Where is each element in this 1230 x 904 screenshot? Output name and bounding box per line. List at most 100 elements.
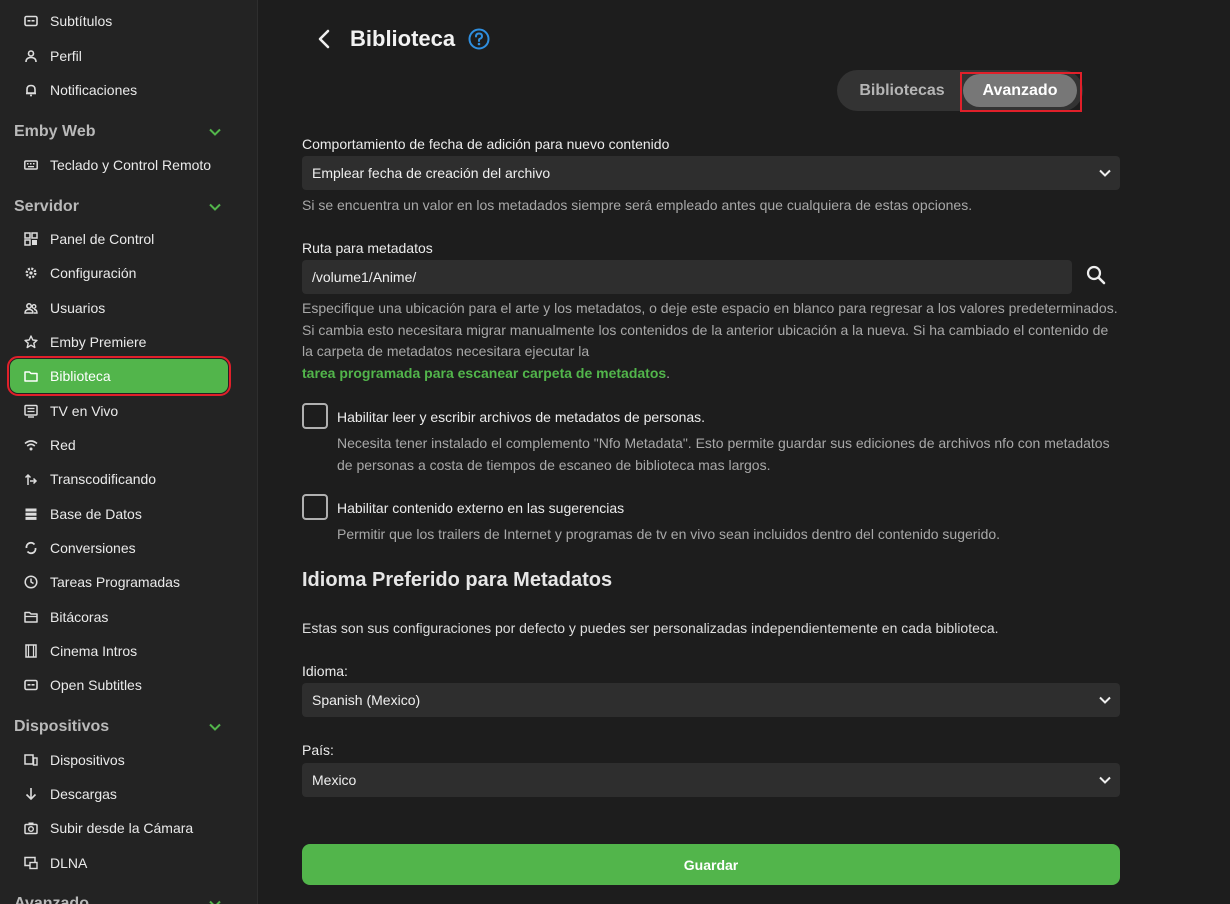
sidebar-item-label: Perfil <box>50 48 82 64</box>
sync-icon <box>24 541 38 555</box>
people-nfo-help: Necesita tener instalado el complemento … <box>337 435 1110 473</box>
people-nfo-label: Habilitar leer y escribir archivos de me… <box>337 409 706 425</box>
language-label: Idioma: <box>302 663 348 679</box>
sidebar-item-database[interactable]: Base de Datos <box>10 497 228 531</box>
sidebar-item-label: Red <box>50 437 76 453</box>
database-icon <box>24 507 38 521</box>
metadata-language-desc: Estas son sus configuraciones por defect… <box>302 620 999 636</box>
language-value: Spanish (Mexico) <box>312 692 421 708</box>
scan-metadata-task-link[interactable]: tarea programada para escanear carpeta d… <box>302 365 666 381</box>
metadata-path-help: Especifique una ubicación para el arte y… <box>302 298 1120 384</box>
sidebar-item-network[interactable]: Red <box>10 428 228 462</box>
sidebar-item-logs[interactable]: Bitácoras <box>10 600 228 634</box>
section-title: Servidor <box>14 198 79 215</box>
sidebar-item-dashboard[interactable]: Panel de Control <box>10 222 228 256</box>
main-content: Biblioteca Bibliotecas Avanzado Comporta… <box>259 0 1230 904</box>
sidebar-item-subtitles[interactable]: Subtítulos <box>10 4 228 38</box>
sidebar-item-label: Transcodificando <box>50 471 157 487</box>
chevron-down-icon <box>209 900 221 904</box>
sidebar-item-label: Descargas <box>50 786 117 802</box>
person-icon <box>24 49 38 63</box>
sidebar-item-label: Cinema Intros <box>50 643 138 659</box>
section-title: Dispositivos <box>14 718 110 735</box>
metadata-path-help-text: Especifique una ubicación para el arte y… <box>302 300 1118 359</box>
metadata-language-heading: Idioma Preferido para Metadatos <box>302 569 613 591</box>
language-select[interactable]: Spanish (Mexico) <box>302 683 1120 717</box>
section-emby-web[interactable]: Emby Web <box>14 120 228 144</box>
sidebar-item-label: Tareas Programadas <box>50 574 180 590</box>
date-added-select[interactable]: Emplear fecha de creación del archivo <box>302 156 1120 190</box>
bell-icon <box>24 83 38 97</box>
sidebar-item-cinema-intros[interactable]: Cinema Intros <box>10 634 228 668</box>
period-text: . <box>666 364 671 381</box>
sidebar-item-keyboard[interactable]: Teclado y Control Remoto <box>10 148 228 182</box>
sidebar-item-library[interactable]: Biblioteca <box>7 356 231 396</box>
sidebar-item-dlna[interactable]: DLNA <box>10 846 228 880</box>
chevron-down-icon <box>1099 169 1111 177</box>
sidebar-item-label: Dispositivos <box>50 752 125 768</box>
sidebar-item-label: Subtítulos <box>50 13 113 29</box>
external-content-help: Permitir que los trailers de Internet y … <box>337 526 1001 542</box>
sidebar-item-scheduled-tasks[interactable]: Tareas Programadas <box>10 565 228 599</box>
tv-guide-icon <box>24 404 38 418</box>
sidebar-item-label: DLNA <box>50 855 88 871</box>
back-arrow-icon[interactable] <box>313 27 337 51</box>
sidebar-item-label: Usuarios <box>50 300 106 316</box>
tab-libraries[interactable]: Bibliotecas <box>847 70 957 111</box>
chevron-down-icon <box>209 203 221 211</box>
section-title: Avanzado <box>14 895 89 904</box>
country-select[interactable]: Mexico <box>302 763 1120 797</box>
tab-advanced[interactable]: Avanzado <box>963 74 1077 107</box>
subtitles-icon <box>24 14 38 28</box>
sidebar-item-transcoding[interactable]: Transcodificando <box>10 462 228 496</box>
sidebar-item-label: Configuración <box>50 265 137 281</box>
search-icon[interactable] <box>1085 264 1107 286</box>
section-devices[interactable]: Dispositivos <box>14 715 228 739</box>
wifi-icon <box>24 438 38 452</box>
save-button[interactable]: Guardar <box>302 844 1120 885</box>
external-content-label: Habilitar contenido externo en las suger… <box>337 500 625 516</box>
people-nfo-checkbox[interactable] <box>302 403 328 429</box>
tab-bar: Bibliotecas Avanzado <box>837 70 1083 111</box>
sidebar-item-conversions[interactable]: Conversiones <box>10 531 228 565</box>
sidebar-item-open-subtitles[interactable]: Open Subtitles <box>10 668 228 702</box>
section-server[interactable]: Servidor <box>14 195 228 219</box>
users-icon <box>24 301 38 315</box>
sidebar-item-label: Notificaciones <box>50 82 138 98</box>
metadata-path-label: Ruta para metadatos <box>302 240 433 256</box>
external-content-checkbox[interactable] <box>302 494 328 520</box>
sidebar-item-label: Base de Datos <box>50 506 142 522</box>
sidebar-item-label: Biblioteca <box>50 368 111 384</box>
date-added-value: Emplear fecha de creación del archivo <box>312 165 551 181</box>
gear-icon <box>24 266 38 280</box>
sidebar: Subtítulos Perfil Notificaciones Emby We… <box>0 0 258 904</box>
metadata-path-value: /volume1/Anime/ <box>312 269 417 285</box>
dlna-icon <box>24 856 38 870</box>
section-title: Emby Web <box>14 123 96 140</box>
sidebar-item-live-tv[interactable]: TV en Vivo <box>10 394 228 428</box>
sidebar-item-camera-upload[interactable]: Subir desde la Cámara <box>10 811 228 845</box>
country-label: País: <box>302 742 334 758</box>
sidebar-item-downloads[interactable]: Descargas <box>10 777 228 811</box>
sidebar-item-settings[interactable]: Configuración <box>10 256 228 290</box>
sidebar-item-label: Emby Premiere <box>50 334 147 350</box>
sidebar-item-emby-premiere[interactable]: Emby Premiere <box>10 325 228 359</box>
metadata-path-input[interactable]: /volume1/Anime/ <box>302 260 1072 294</box>
sidebar-item-profile[interactable]: Perfil <box>10 39 228 73</box>
help-icon[interactable] <box>468 28 490 50</box>
sidebar-item-notifications[interactable]: Notificaciones <box>10 73 228 107</box>
sidebar-item-users[interactable]: Usuarios <box>10 291 228 325</box>
film-icon <box>24 644 38 658</box>
folder-icon <box>24 369 38 383</box>
devices-icon <box>24 753 38 767</box>
sidebar-item-devices[interactable]: Dispositivos <box>10 743 228 777</box>
subtitles-icon <box>24 678 38 692</box>
keyboard-icon <box>24 158 38 172</box>
sidebar-item-label: Conversiones <box>50 540 136 556</box>
section-advanced[interactable]: Avanzado <box>14 892 228 904</box>
sidebar-item-label: Teclado y Control Remoto <box>50 157 212 173</box>
folder-open-icon <box>24 610 38 624</box>
download-icon <box>24 787 38 801</box>
sidebar-item-label: Open Subtitles <box>50 677 142 693</box>
chevron-down-icon <box>1099 696 1111 704</box>
